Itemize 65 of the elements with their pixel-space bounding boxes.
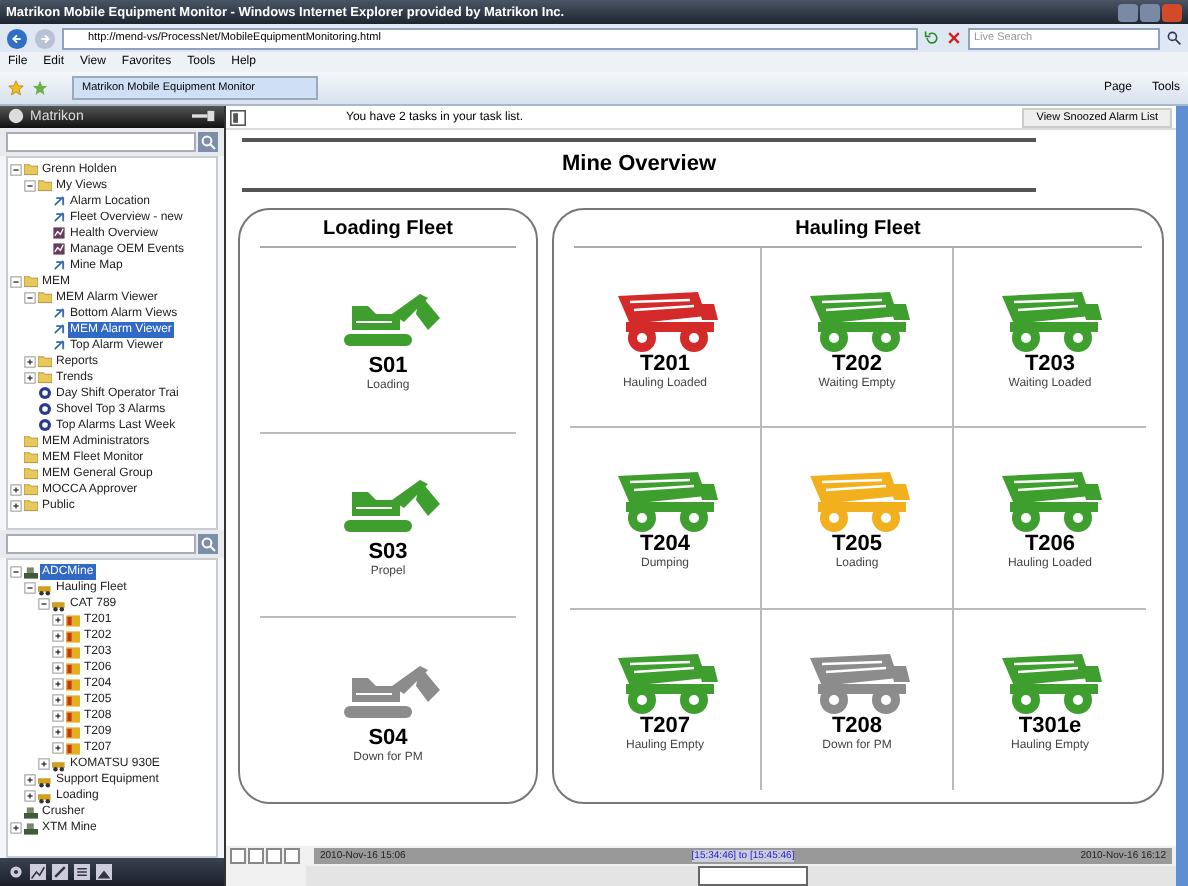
- search-button[interactable]: [198, 534, 218, 555]
- unit-name: T204: [639, 532, 691, 557]
- maximize-button[interactable]: [1140, 3, 1160, 21]
- pin-icon[interactable]: [192, 110, 216, 123]
- expand-icon[interactable]: [52, 614, 64, 627]
- expand-icon[interactable]: [52, 678, 64, 691]
- expand-icon[interactable]: [52, 662, 64, 675]
- collapse-icon[interactable]: [24, 179, 36, 192]
- collapse-icon[interactable]: [38, 598, 50, 611]
- page-title: Mine Overview: [242, 138, 1036, 192]
- unit-name: S03: [368, 540, 408, 565]
- panel-toggle-icon[interactable]: [230, 109, 246, 125]
- collapse-icon[interactable]: [24, 291, 36, 304]
- unit-name: S04: [368, 725, 408, 751]
- image-icon[interactable]: [96, 864, 112, 881]
- collapse-icon[interactable]: [10, 566, 22, 579]
- collapse-icon[interactable]: [10, 163, 22, 176]
- expand-icon[interactable]: [10, 483, 22, 496]
- star-icon[interactable]: [8, 80, 24, 96]
- unit-name: T207: [639, 714, 691, 739]
- collapse-icon[interactable]: [24, 582, 36, 595]
- expand-icon[interactable]: [10, 822, 22, 835]
- link-icon: [52, 258, 66, 273]
- time-window-handle[interactable]: [697, 866, 808, 886]
- gear-icon[interactable]: [8, 864, 24, 881]
- stop-button[interactable]: [284, 848, 300, 864]
- expand-icon[interactable]: [24, 355, 36, 368]
- expand-icon[interactable]: [24, 774, 36, 787]
- collapse-icon[interactable]: [10, 275, 22, 288]
- expand-icon[interactable]: [10, 499, 22, 512]
- rewind-button[interactable]: [230, 848, 246, 864]
- unit-name: T202: [831, 352, 883, 377]
- stop-icon[interactable]: [946, 30, 962, 46]
- play-button[interactable]: [248, 848, 264, 864]
- tree-search-field[interactable]: [6, 534, 196, 555]
- pause-button[interactable]: [266, 848, 282, 864]
- list-icon[interactable]: [74, 864, 90, 881]
- expand-icon[interactable]: [38, 758, 50, 771]
- unit-name: S01: [368, 354, 408, 379]
- logo-icon: [8, 108, 24, 125]
- expand-icon[interactable]: [24, 790, 36, 803]
- unit-name: T201: [639, 352, 691, 377]
- expand-icon[interactable]: [52, 710, 64, 723]
- panel-title: Hauling Fleet: [574, 210, 1142, 248]
- expand-icon[interactable]: [52, 694, 64, 707]
- unit-name: T206: [1024, 532, 1076, 557]
- unit-name: T205: [831, 532, 883, 557]
- building-icon: [24, 565, 38, 580]
- chart-icon[interactable]: [30, 864, 46, 881]
- search-button[interactable]: [198, 131, 218, 152]
- unit-name: T301e: [1018, 714, 1082, 739]
- expand-icon[interactable]: [52, 630, 64, 643]
- expand-icon[interactable]: [52, 646, 64, 659]
- tree-search-field[interactable]: [6, 131, 196, 152]
- expand-icon[interactable]: [52, 726, 64, 739]
- unit-name: T203: [1024, 352, 1076, 377]
- panel-title: Loading Fleet: [260, 210, 516, 248]
- unit-name: T208: [831, 714, 883, 739]
- pencil-icon[interactable]: [52, 864, 68, 881]
- back-button[interactable]: [6, 27, 28, 49]
- expand-icon[interactable]: [24, 371, 36, 384]
- minimize-button[interactable]: [1118, 3, 1138, 21]
- refresh-icon[interactable]: [924, 30, 940, 46]
- expand-icon[interactable]: [52, 742, 64, 755]
- search-icon[interactable]: [1166, 30, 1182, 46]
